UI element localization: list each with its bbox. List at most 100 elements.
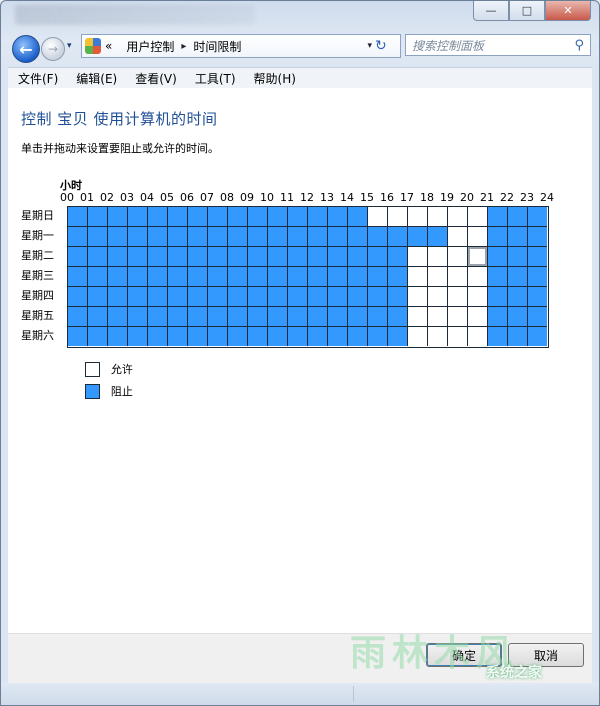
time-cell[interactable] xyxy=(208,327,228,346)
time-cell[interactable] xyxy=(268,247,288,267)
time-cell[interactable] xyxy=(168,207,188,227)
time-cell[interactable] xyxy=(68,307,88,327)
time-cell[interactable] xyxy=(108,207,128,227)
time-cell[interactable] xyxy=(248,227,268,247)
time-cell[interactable] xyxy=(188,227,208,247)
time-cell[interactable] xyxy=(448,207,468,227)
time-cell[interactable] xyxy=(268,287,288,307)
time-cell[interactable] xyxy=(308,207,328,227)
time-cell[interactable] xyxy=(368,207,388,227)
time-cell[interactable] xyxy=(108,307,128,327)
time-cell[interactable] xyxy=(288,207,308,227)
time-cell[interactable] xyxy=(168,327,188,346)
time-cell[interactable] xyxy=(328,207,348,227)
time-cell[interactable] xyxy=(88,327,108,346)
time-cell[interactable] xyxy=(428,227,448,247)
menu-tools[interactable]: 工具(T) xyxy=(185,70,244,87)
time-cell[interactable] xyxy=(388,207,408,227)
maximize-button[interactable]: □ xyxy=(509,1,545,21)
time-cell[interactable] xyxy=(488,307,508,327)
search-icon[interactable]: ⚲ xyxy=(574,38,584,53)
time-cell[interactable] xyxy=(388,287,408,307)
time-cell[interactable] xyxy=(128,227,148,247)
time-cell[interactable] xyxy=(308,227,328,247)
time-cell[interactable] xyxy=(228,307,248,327)
time-cell[interactable] xyxy=(148,267,168,287)
time-cell[interactable] xyxy=(228,267,248,287)
close-button[interactable]: ✕ xyxy=(545,1,591,21)
time-cell[interactable] xyxy=(168,307,188,327)
time-cell[interactable] xyxy=(108,247,128,267)
time-cell[interactable] xyxy=(348,327,368,346)
time-cell[interactable] xyxy=(388,227,408,247)
time-cell[interactable] xyxy=(148,307,168,327)
time-cell[interactable] xyxy=(268,327,288,346)
time-cell[interactable] xyxy=(148,227,168,247)
time-cell[interactable] xyxy=(508,247,528,267)
time-cell[interactable] xyxy=(508,267,528,287)
time-cell[interactable] xyxy=(388,307,408,327)
time-cell[interactable] xyxy=(428,307,448,327)
time-cell[interactable] xyxy=(408,327,428,346)
time-cell[interactable] xyxy=(68,247,88,267)
time-cell[interactable] xyxy=(428,247,448,267)
time-cell[interactable] xyxy=(168,267,188,287)
time-cell[interactable] xyxy=(468,227,488,247)
address-bar[interactable]: « 用户控制 ▸ 时间限制 ▾ xyxy=(81,34,401,58)
time-cell[interactable] xyxy=(328,287,348,307)
time-cell[interactable] xyxy=(468,247,488,267)
time-cell[interactable] xyxy=(168,247,188,267)
time-cell[interactable] xyxy=(108,327,128,346)
time-cell[interactable] xyxy=(188,307,208,327)
time-cell[interactable] xyxy=(228,327,248,346)
time-cell[interactable] xyxy=(488,267,508,287)
time-cell[interactable] xyxy=(228,207,248,227)
time-cell[interactable] xyxy=(168,227,188,247)
time-cell[interactable] xyxy=(368,247,388,267)
menu-file[interactable]: 文件(F) xyxy=(8,70,66,87)
time-cell[interactable] xyxy=(348,247,368,267)
time-cell[interactable] xyxy=(228,287,248,307)
time-cell[interactable] xyxy=(228,227,248,247)
time-cell[interactable] xyxy=(248,307,268,327)
time-cell[interactable] xyxy=(448,227,468,247)
time-cell[interactable] xyxy=(508,207,528,227)
time-cell[interactable] xyxy=(148,207,168,227)
time-cell[interactable] xyxy=(288,327,308,346)
time-cell[interactable] xyxy=(88,227,108,247)
time-cell[interactable] xyxy=(208,287,228,307)
time-cell[interactable] xyxy=(188,327,208,346)
time-cell[interactable] xyxy=(528,287,547,307)
time-cell[interactable] xyxy=(288,307,308,327)
time-cell[interactable] xyxy=(68,207,88,227)
time-cell[interactable] xyxy=(128,267,148,287)
time-cell[interactable] xyxy=(288,267,308,287)
time-cell[interactable] xyxy=(348,307,368,327)
time-cell[interactable] xyxy=(328,327,348,346)
time-cell[interactable] xyxy=(428,267,448,287)
time-cell[interactable] xyxy=(248,247,268,267)
time-cell[interactable] xyxy=(448,287,468,307)
breadcrumb-item-user-controls[interactable]: 用户控制 xyxy=(126,38,174,55)
time-cell[interactable] xyxy=(88,307,108,327)
time-cell[interactable] xyxy=(448,247,468,267)
time-cell[interactable] xyxy=(328,247,348,267)
refresh-icon[interactable]: ↻ xyxy=(375,38,387,54)
time-cell[interactable] xyxy=(268,207,288,227)
time-cell[interactable] xyxy=(88,267,108,287)
time-grid[interactable] xyxy=(67,206,549,348)
time-cell[interactable] xyxy=(208,227,228,247)
time-cell[interactable] xyxy=(248,327,268,346)
time-cell[interactable] xyxy=(488,247,508,267)
time-cell[interactable] xyxy=(228,247,248,267)
time-cell[interactable] xyxy=(508,307,528,327)
time-cell[interactable] xyxy=(348,227,368,247)
time-cell[interactable] xyxy=(308,327,328,346)
time-cell[interactable] xyxy=(408,207,428,227)
time-cell[interactable] xyxy=(408,267,428,287)
time-cell[interactable] xyxy=(388,267,408,287)
breadcrumb-separator-icon[interactable]: ▸ xyxy=(181,41,186,52)
time-cell[interactable] xyxy=(408,227,428,247)
time-cell[interactable] xyxy=(188,207,208,227)
time-cell[interactable] xyxy=(508,327,528,346)
